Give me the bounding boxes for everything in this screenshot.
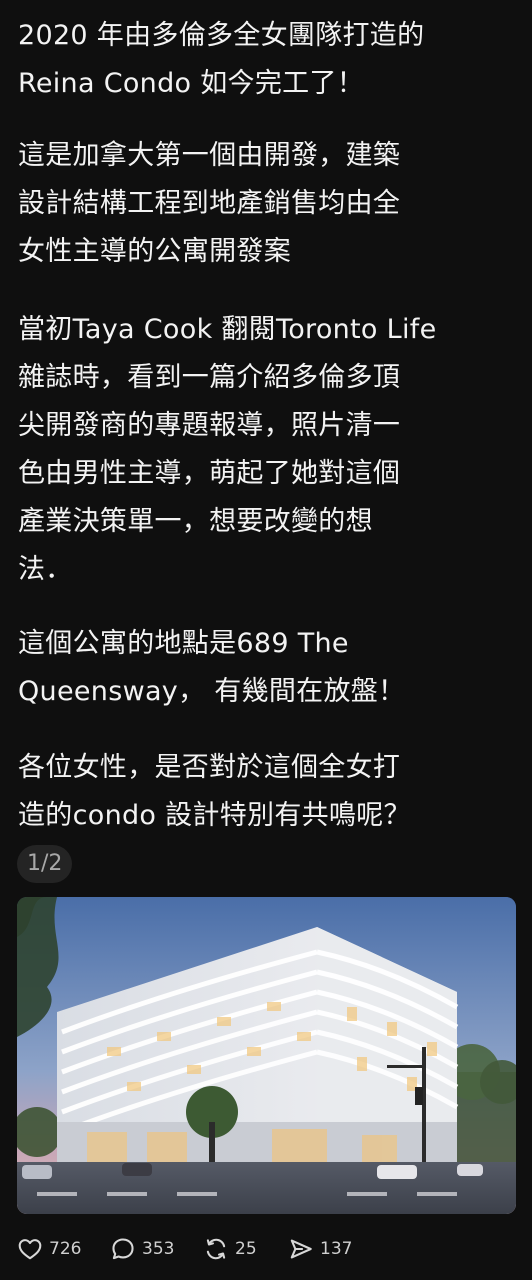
repost-icon bbox=[206, 1238, 226, 1260]
like-count: 726 bbox=[49, 1239, 82, 1259]
post-paragraph: 這是加拿大第一個由開發，建築 設計結構工程到地產銷售均由全 女性主導的公寓開發案 bbox=[18, 140, 401, 267]
send-icon bbox=[290, 1239, 312, 1259]
repost-count: 25 bbox=[235, 1239, 257, 1259]
post-paragraph: 當初Taya Cook 翻閱Toronto Life 雜誌時，看到一篇介紹多倫多… bbox=[18, 314, 437, 585]
heart-icon bbox=[18, 1239, 42, 1260]
comment-count: 353 bbox=[142, 1239, 175, 1259]
condo-building-photo[interactable] bbox=[17, 897, 516, 1214]
like-button[interactable]: 726 bbox=[17, 1230, 81, 1268]
comment-button[interactable]: 353 bbox=[110, 1230, 174, 1268]
share-count: 137 bbox=[320, 1239, 353, 1259]
post-paragraph: 這個公寓的地點是689 The Queensway， 有幾間在放盤！ bbox=[18, 628, 406, 707]
comment-icon bbox=[112, 1238, 134, 1260]
repost-button[interactable]: 25 bbox=[203, 1230, 257, 1268]
post-actions-bar: 726 353 25 137 bbox=[0, 1230, 532, 1268]
post: 2020 年由多倫多全女團隊打造的 Reina Condo 如今完工了！ 這是加… bbox=[0, 0, 532, 1280]
share-button[interactable]: 137 bbox=[288, 1230, 352, 1268]
post-paragraph: 各位女性，是否對於這個全女打 造的condo 設計特別有共鳴呢？ bbox=[18, 752, 411, 831]
building-illustration bbox=[17, 897, 516, 1214]
post-paragraph: 2020 年由多倫多全女團隊打造的 Reina Condo 如今完工了！ bbox=[18, 20, 425, 99]
image-counter-badge: 1/2 bbox=[17, 845, 73, 883]
